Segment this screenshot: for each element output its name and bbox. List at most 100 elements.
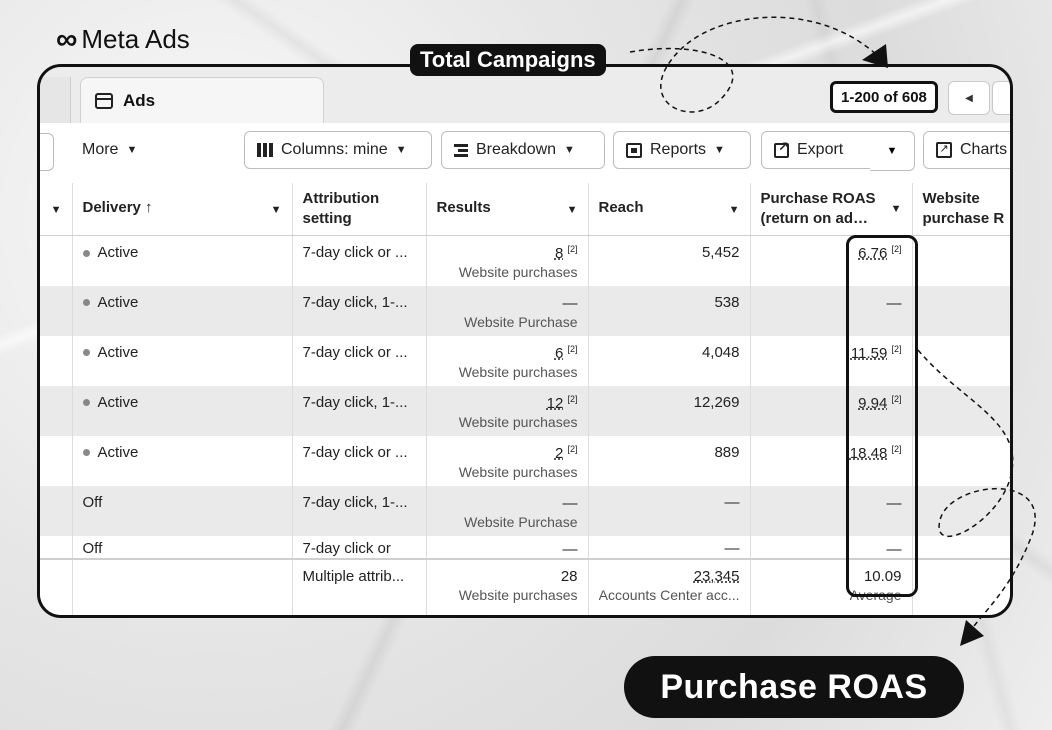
table-row[interactable]: Active 7-day click, 1-... 12 [2] Website … (40, 385, 1010, 436)
table-row[interactable]: Active 7-day click or ... 2 [2] Website p… (40, 435, 1010, 486)
toolbar: More ▼ Columns: mine ▼ Breakdown ▼ Reports ▼… (40, 123, 1010, 184)
attribution-cell: 7-day click, 1-... (292, 285, 427, 336)
column-header-website-roas[interactable]: Website purchase R (912, 183, 1010, 236)
window-icon (95, 92, 113, 109)
caret-down-icon: ▼ (126, 144, 138, 156)
charts-button[interactable]: ↗ Charts (923, 131, 1010, 169)
website-roas-cell (912, 285, 1010, 336)
roas-value: — (886, 540, 902, 558)
column-header-results[interactable]: Results ▼ (426, 183, 589, 236)
logo-brand: Meta (81, 24, 140, 54)
column-header-delivery[interactable]: Delivery ↑ ▼ (72, 183, 293, 236)
export-icon (774, 139, 789, 158)
roas-value: — (886, 294, 902, 312)
results-value: — (562, 294, 578, 312)
attribution-cell: 7-day click or (292, 535, 427, 559)
roas-header-label: Purchase ROAS (return on ad… (760, 190, 876, 227)
table-row[interactable]: Active 7-day click or ... 8 [2] Website p… (40, 235, 1010, 286)
results-cell: 12 [2] Website purchases (426, 385, 589, 436)
column-header-purchase-roas[interactable]: ▼ Purchase ROAS (return on ad… (750, 183, 913, 236)
roas-footnote: [2] (891, 244, 902, 254)
roas-footnote: [2] (891, 343, 902, 354)
caret-down-icon: ▼ (395, 144, 407, 156)
table-row[interactable]: Off 7-day click or — — — (40, 535, 1010, 559)
table-header-row: ▼ Delivery ↑ ▼ Attribution setting Result… (40, 183, 1010, 236)
columns-button[interactable]: Columns: mine ▼ (244, 131, 432, 169)
results-footnote: [2] (567, 393, 578, 404)
tab-previous[interactable] (40, 77, 71, 123)
export-dropdown-button[interactable]: ▼ (870, 131, 915, 171)
status-dot-icon (82, 399, 90, 407)
arrowhead-bottom (960, 620, 984, 646)
roas-value: — (886, 494, 902, 512)
delivery-cell: Active (72, 435, 293, 486)
summary-results-value: 28 (560, 567, 578, 585)
reach-cell: 538 (588, 285, 751, 336)
row-cell-select (40, 485, 73, 536)
results-value[interactable]: 6 (555, 345, 563, 362)
results-footnote: [2] (567, 443, 578, 454)
results-cell: — (426, 535, 589, 559)
roas-value[interactable]: 11.59 (851, 345, 887, 362)
caret-down-icon: ▼ (714, 144, 725, 156)
attribution-cell: 7-day click, 1-... (292, 485, 427, 536)
column-header-reach[interactable]: Reach ▼ (588, 183, 751, 236)
delivery-cell: Active (72, 285, 293, 336)
results-cell: 2 [2] Website purchases (426, 435, 589, 486)
results-cell: 8 [2] Website purchases (426, 235, 589, 286)
reports-button[interactable]: Reports ▼ (613, 131, 751, 169)
export-label: Export (797, 141, 844, 158)
summary-reach-value[interactable]: 23,345 (694, 568, 740, 585)
results-type: Website purchases (458, 413, 578, 430)
summary-results-type: Website purchases (458, 586, 578, 603)
caret-down-icon: ▼ (50, 204, 62, 216)
attribution-cell: 7-day click or ... (292, 235, 427, 286)
roas-value[interactable]: 6.76 (858, 245, 887, 262)
summary-cell-empty (72, 557, 293, 615)
status-dot-icon (82, 349, 90, 357)
delivery-cell: Active (72, 385, 293, 436)
ads-table: ▼ Delivery ↑ ▼ Attribution setting Result… (40, 183, 1010, 615)
row-cell-select (40, 535, 73, 559)
roas-cell: — (750, 535, 913, 559)
reports-icon (626, 142, 642, 158)
roas-footnote: [2] (891, 443, 902, 454)
website-roas-cell (912, 335, 1010, 386)
table-row[interactable]: Active 7-day click, 1-... — Website Purc… (40, 285, 1010, 336)
next-page-button[interactable] (992, 81, 1010, 115)
reach-cell: 4,048 (588, 335, 751, 386)
logo-product: Ads (145, 24, 190, 54)
roas-value[interactable]: 9.94 (858, 395, 887, 412)
table-row[interactable]: Off 7-day click, 1-... — Website Purchas… (40, 485, 1010, 536)
reach-cell: — (588, 485, 751, 536)
results-value[interactable]: 2 (555, 445, 563, 462)
breakdown-button[interactable]: Breakdown ▼ (441, 131, 605, 169)
more-button[interactable]: More ▼ (70, 131, 150, 169)
attribution-cell: 7-day click or ... (292, 335, 427, 386)
reach-cell: 889 (588, 435, 751, 486)
roas-value[interactable]: 18.48 (850, 445, 888, 462)
caret-down-icon: ▼ (564, 144, 575, 156)
website-roas-cell (912, 435, 1010, 486)
tab-ads[interactable]: Ads (80, 77, 324, 123)
charts-label: Charts (960, 141, 1008, 158)
roas-cell: 11.59 [2] (750, 335, 913, 386)
attribution-header-label: Attribution setting (302, 190, 380, 227)
export-button[interactable]: Export (761, 131, 871, 169)
toolbar-left-button[interactable] (40, 133, 54, 171)
table-row[interactable]: Active 7-day click or ... 6 [2] Website p… (40, 335, 1010, 386)
delivery-status: Active (97, 393, 139, 411)
status-dot-icon (82, 299, 90, 307)
results-type: Website Purchase (464, 513, 578, 530)
summary-roas-type: Average (849, 586, 902, 603)
breakdown-label: Breakdown (476, 141, 557, 158)
column-header-attribution[interactable]: Attribution setting (292, 183, 427, 236)
results-value[interactable]: 8 (555, 245, 563, 262)
status-dot-icon (82, 449, 90, 457)
row-cell-select (40, 435, 73, 486)
results-cell: 6 [2] Website purchases (426, 335, 589, 386)
prev-page-button[interactable]: ◀ (948, 81, 990, 115)
more-label: More (82, 141, 119, 158)
column-header-name[interactable]: ▼ (40, 183, 73, 236)
results-value[interactable]: 12 (547, 395, 564, 412)
